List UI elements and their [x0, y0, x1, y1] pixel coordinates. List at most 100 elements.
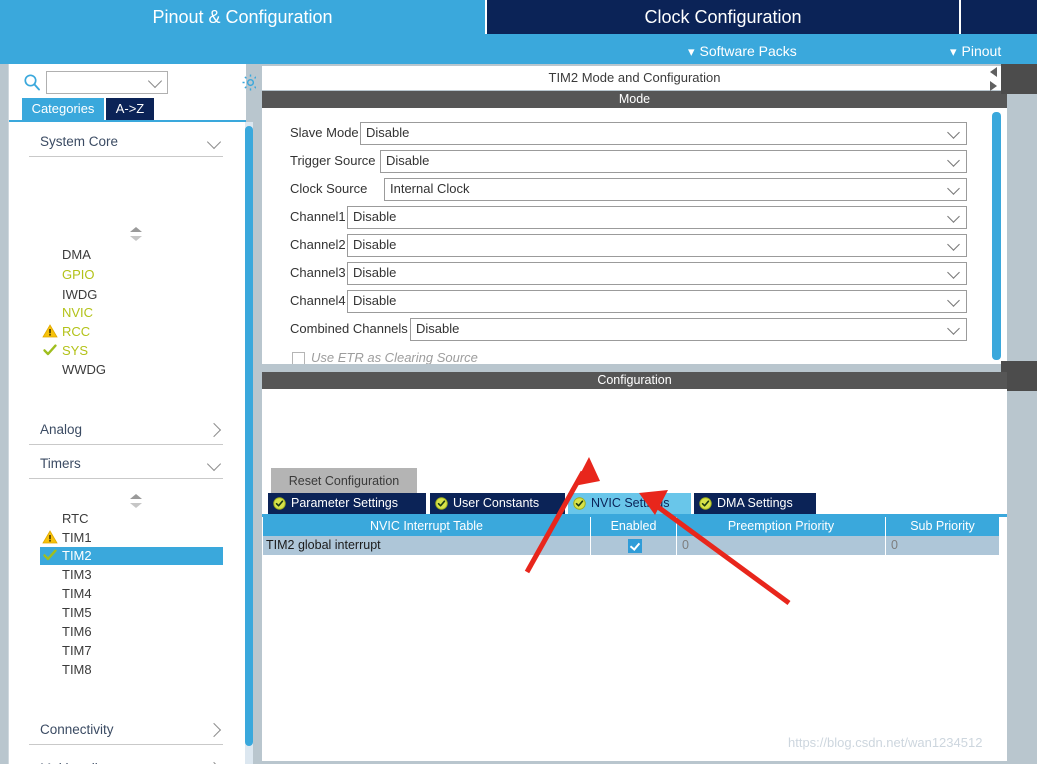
check-icon	[42, 342, 60, 360]
tab-categories[interactable]: Categories	[22, 98, 104, 120]
column-header-preemption-priority[interactable]: Preemption Priority	[677, 517, 886, 536]
cell-sub-priority[interactable]: 0	[886, 536, 999, 555]
tree-item-tim5[interactable]: TIM5	[40, 604, 223, 622]
group-multimedia[interactable]: Multimedia	[29, 757, 223, 764]
chevron-down-icon: ▾	[688, 39, 695, 65]
chevron-down-icon	[947, 210, 960, 223]
tree-item-label: TIM1	[62, 529, 92, 547]
tree-item-iwdg[interactable]: IWDG	[40, 286, 223, 304]
tab-nvic-settings-label: NVIC Settings	[591, 493, 670, 514]
check-circle-icon	[435, 497, 448, 510]
tab-pinout-configuration[interactable]: Pinout & Configuration	[0, 0, 485, 34]
channel4-dropdown[interactable]: Disable	[347, 290, 967, 313]
tab-clock-configuration[interactable]: Clock Configuration	[487, 0, 959, 34]
category-tree: System Core DMA GPIO IWDG NVIC	[9, 122, 246, 764]
tree-item-label: TIM3	[62, 566, 92, 584]
tree-item-sys[interactable]: SYS	[40, 342, 223, 360]
channel1-dropdown[interactable]: Disable	[347, 206, 967, 229]
tree-item-tim1[interactable]: TIM1	[40, 529, 223, 547]
top-tab-bar: Pinout & Configuration Clock Configurati…	[0, 0, 1037, 64]
tree-item-label: TIM7	[62, 642, 92, 660]
use-etr-label: Use ETR as Clearing Source	[311, 350, 478, 364]
scroll-right-button[interactable]	[989, 80, 1001, 91]
channel3-dropdown[interactable]: Disable	[347, 262, 967, 285]
column-header-enabled[interactable]: Enabled	[591, 517, 677, 536]
search-row	[9, 67, 246, 97]
column-header-sub-priority[interactable]: Sub Priority	[886, 517, 999, 536]
group-timers[interactable]: Timers	[29, 452, 223, 479]
slave-mode-dropdown[interactable]: Disable	[360, 122, 967, 145]
tab-divider	[959, 0, 961, 34]
tab-a-to-z[interactable]: A->Z	[106, 98, 154, 120]
scroll-spinner[interactable]	[130, 494, 143, 508]
group-system-core[interactable]: System Core	[29, 130, 223, 157]
configuration-panel: TIM2 Mode and Configuration Mode Slave M…	[256, 64, 1037, 764]
check-circle-icon	[273, 497, 286, 510]
tree-item-gpio[interactable]: GPIO	[40, 266, 223, 284]
tree-view-tabs: Categories A->Z	[9, 98, 246, 120]
tab-user-constants-label: User Constants	[453, 493, 539, 514]
search-icon	[23, 73, 41, 91]
tree-item-label: TIM2	[62, 547, 92, 565]
mode-scrollbar-thumb[interactable]	[992, 112, 1001, 360]
chevron-down-icon: ▾	[950, 39, 957, 65]
cell-interrupt-name: TIM2 global interrupt	[263, 536, 591, 555]
chevron-down-icon	[148, 74, 162, 88]
channel2-dropdown[interactable]: Disable	[347, 234, 967, 257]
tree-item-tim3[interactable]: TIM3	[40, 566, 223, 584]
tab-overflow-area[interactable]	[961, 0, 1037, 34]
tree-item-rtc[interactable]: RTC	[40, 510, 223, 528]
menu-software-packs[interactable]: ▾Software Packs	[688, 38, 797, 64]
tab-dma-settings[interactable]: DMA Settings	[694, 493, 816, 514]
tab-nvic-settings[interactable]: NVIC Settings	[568, 493, 691, 514]
field-slave-mode-label: Slave Mode	[290, 125, 359, 140]
tree-item-label: TIM6	[62, 623, 92, 641]
warning-icon	[42, 323, 60, 341]
tree-item-wwdg[interactable]: WWDG	[40, 361, 223, 379]
reset-configuration-button[interactable]: Reset Configuration	[271, 468, 417, 493]
clock-source-dropdown[interactable]: Internal Clock	[384, 178, 967, 201]
warning-icon	[42, 529, 60, 547]
tree-item-dma[interactable]: DMA	[40, 246, 223, 264]
search-combo[interactable]	[46, 71, 168, 94]
channel3-value: Disable	[353, 265, 396, 280]
tab-categories-label: Categories	[32, 101, 95, 116]
trigger-source-dropdown[interactable]: Disable	[380, 150, 967, 173]
menu-pinout-label: Pinout	[962, 43, 1002, 59]
tree-item-rcc[interactable]: RCC	[40, 323, 223, 341]
chevron-down-icon	[947, 266, 960, 279]
tree-item-tim6[interactable]: TIM6	[40, 623, 223, 641]
tree-item-tim8[interactable]: TIM8	[40, 661, 223, 679]
tree-item-label: NVIC	[62, 304, 93, 322]
clock-source-value: Internal Clock	[390, 181, 469, 196]
configuration-tabs: Parameter Settings User Constants	[262, 493, 1007, 515]
use-etr-checkbox[interactable]	[292, 352, 305, 364]
scroll-spinner[interactable]	[130, 227, 143, 241]
enabled-checkbox[interactable]	[628, 539, 642, 553]
cell-preemption-priority[interactable]: 0	[677, 536, 886, 555]
column-header-nvic-interrupt-table[interactable]: NVIC Interrupt Table	[263, 517, 591, 536]
group-connectivity-label: Connectivity	[40, 722, 114, 737]
field-channel3-label: Channel3	[290, 265, 346, 280]
menu-pinout[interactable]: ▾ Pinout	[950, 38, 1001, 64]
spinner-up-icon	[130, 227, 142, 232]
spinner-down-icon	[130, 236, 142, 241]
combined-channels-dropdown[interactable]: Disable	[410, 318, 967, 341]
group-analog[interactable]: Analog	[29, 418, 223, 445]
sidebar-scrollbar-thumb[interactable]	[245, 126, 253, 746]
group-connectivity[interactable]: Connectivity	[29, 718, 223, 745]
tree-item-tim7[interactable]: TIM7	[40, 642, 223, 660]
cell-enabled[interactable]	[591, 536, 677, 555]
tab-parameter-settings-label: Parameter Settings	[291, 493, 398, 514]
tab-user-constants[interactable]: User Constants	[430, 493, 565, 514]
tree-item-tim4[interactable]: TIM4	[40, 585, 223, 603]
chevron-down-icon	[947, 238, 960, 251]
spinner-up-icon	[130, 494, 142, 499]
tab-parameter-settings[interactable]: Parameter Settings	[268, 493, 426, 514]
tree-item-tim2[interactable]: TIM2	[40, 547, 223, 565]
tree-item-nvic[interactable]: NVIC	[40, 304, 223, 322]
table-row[interactable]: TIM2 global interrupt 0 0	[263, 536, 999, 555]
search-input[interactable]	[51, 74, 150, 92]
watermark-text: https://blog.csdn.net/wan1234512	[788, 735, 982, 750]
scroll-left-button[interactable]	[989, 66, 1001, 77]
